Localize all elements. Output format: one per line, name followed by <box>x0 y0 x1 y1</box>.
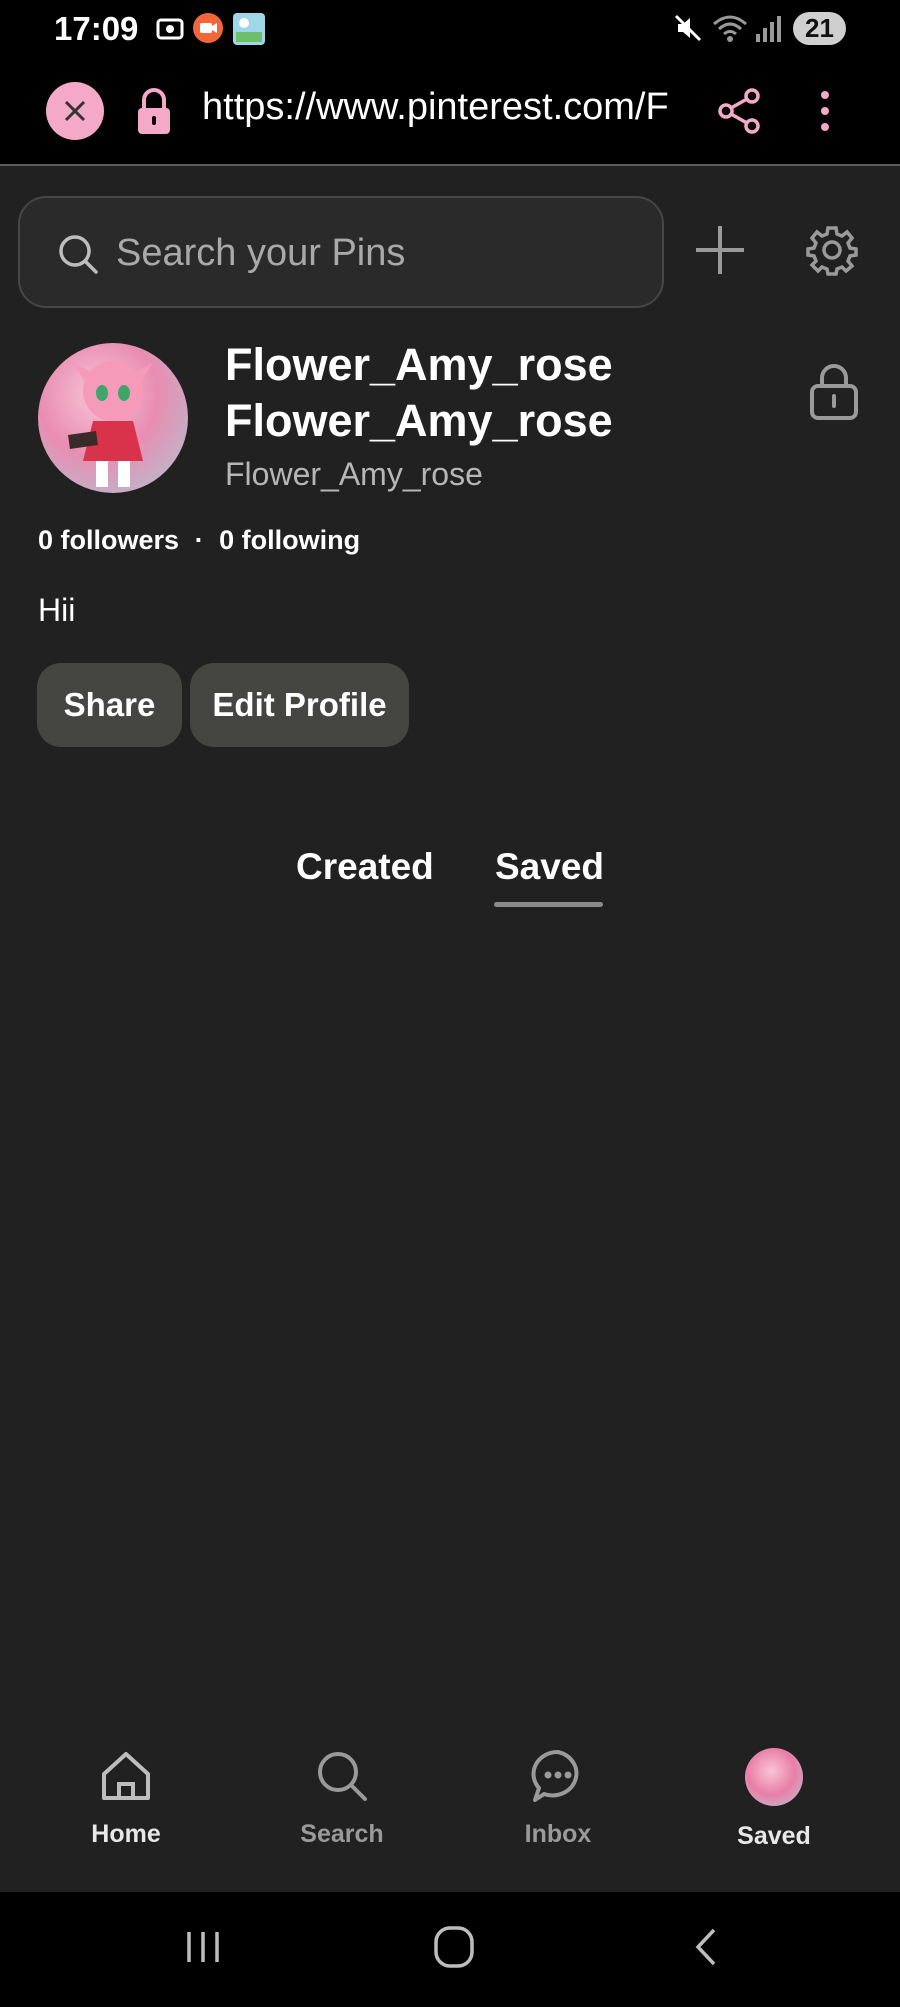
status-time: 17:09 <box>54 10 139 47</box>
wifi-icon <box>713 15 747 42</box>
mute-icon <box>674 14 702 42</box>
close-tab-button[interactable] <box>46 82 104 140</box>
plus-icon[interactable] <box>692 222 748 278</box>
chat-icon <box>531 1749 579 1802</box>
share-profile-button[interactable]: Share <box>37 663 182 747</box>
avatar-image <box>68 361 153 487</box>
edit-profile-button[interactable]: Edit Profile <box>190 663 409 747</box>
recents-icon[interactable] <box>173 1922 233 1972</box>
nav-inbox[interactable]: Inbox <box>483 1748 633 1849</box>
search-placeholder: Search your Pins <box>116 232 406 274</box>
avatar <box>745 1748 803 1806</box>
followers-following: 0 followers · 0 following <box>38 525 360 556</box>
nav-saved-label: Saved <box>737 1822 811 1850</box>
separator-dot: · <box>194 525 204 555</box>
profile-display-name: Flower_Amy_rose Flower_Amy_rose <box>225 339 613 446</box>
nav-home[interactable]: Home <box>51 1748 201 1849</box>
search-input[interactable]: Search your Pins <box>18 196 664 308</box>
profile-bio: Hii <box>38 592 76 628</box>
status-bar: 17:09 21 <box>0 0 900 56</box>
share-icon[interactable] <box>716 86 764 136</box>
followers-count[interactable]: 0 followers <box>38 525 179 555</box>
search-icon <box>318 1752 367 1801</box>
following-count[interactable]: 0 following <box>219 525 360 555</box>
profile-username: Flower_Amy_rose <box>225 456 483 492</box>
tab-created[interactable]: Created <box>296 846 434 888</box>
home-circle-icon[interactable] <box>424 1922 484 1972</box>
url-field[interactable]: https://www.pinterest.com/F <box>202 86 684 129</box>
gear-icon[interactable] <box>806 224 858 276</box>
more-vert-icon[interactable] <box>810 86 840 136</box>
avatar[interactable] <box>38 343 188 493</box>
nav-home-label: Home <box>91 1820 161 1848</box>
nav-inbox-label: Inbox <box>524 1820 592 1848</box>
tab-saved[interactable]: Saved <box>495 846 604 888</box>
battery-indicator: 21 <box>793 12 846 45</box>
browser-toolbar: https://www.pinterest.com/F <box>0 56 900 166</box>
screen: 17:09 21 https://www.pinterest.com/F Sea… <box>0 0 900 2007</box>
screenshot-icon <box>156 18 184 40</box>
nav-saved[interactable]: Saved <box>699 1748 849 1851</box>
signal-icon <box>756 16 781 42</box>
search-icon <box>59 235 98 274</box>
gallery-icon <box>233 13 265 45</box>
active-tab-indicator <box>494 902 603 907</box>
lock-icon[interactable] <box>134 86 174 136</box>
recorder-icon <box>193 13 223 43</box>
private-lock-icon[interactable] <box>808 362 860 420</box>
bottom-navigation: Home Search Inbox Saved <box>0 1730 900 1892</box>
home-icon <box>102 1752 150 1800</box>
close-icon <box>64 100 86 122</box>
nav-search-label: Search <box>300 1820 384 1848</box>
system-navigation <box>0 1892 900 2007</box>
back-icon[interactable] <box>676 1922 736 1972</box>
nav-search[interactable]: Search <box>267 1748 417 1849</box>
